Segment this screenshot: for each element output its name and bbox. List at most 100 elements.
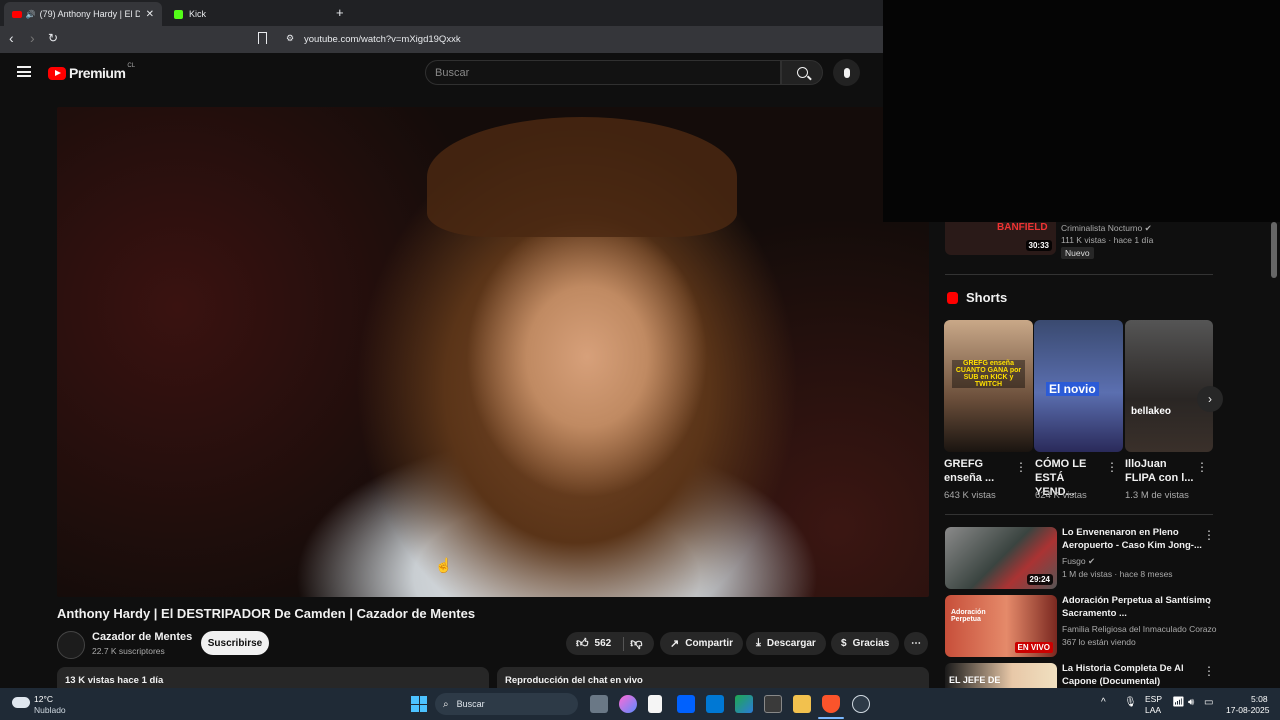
short-views: 643 K vistas [944, 490, 996, 501]
search-placeholder: Buscar [435, 66, 470, 79]
windows-start-icon[interactable] [411, 696, 427, 712]
voice-search-button[interactable] [833, 59, 860, 86]
thanks-button[interactable]: $ Gracias [831, 632, 900, 655]
cursor-hand-icon: ☝ [435, 557, 453, 573]
more-icon[interactable]: ⋮ [1015, 460, 1027, 474]
subscribe-button[interactable]: Suscribirse [201, 631, 269, 655]
tab-kick[interactable]: Kick [166, 2, 326, 26]
like-icon[interactable]: 👍︎ [576, 636, 589, 651]
edge-icon[interactable] [735, 695, 753, 713]
active-app-indicator [818, 717, 844, 719]
new-badge: Nuevo [1061, 247, 1094, 259]
battery-icon[interactable]: ▭ [1204, 697, 1213, 708]
more-icon[interactable]: ⋮ [1196, 460, 1208, 474]
share-label: Compartir [685, 638, 734, 649]
country-badge: CL [127, 63, 136, 69]
premium-wordmark: Premium [69, 65, 126, 81]
clock-date[interactable]: 17-08-2025 [1226, 705, 1269, 715]
weather-temp[interactable]: 12°C [34, 694, 53, 704]
short-title[interactable]: GREFG enseña ... [944, 457, 1014, 485]
more-actions-button[interactable]: ⋯ [904, 632, 928, 655]
download-button[interactable]: ⤓ Descargar [746, 632, 826, 655]
chevron-up-icon[interactable]: ^ [1101, 697, 1106, 708]
browser-tab-strip: 🔊 (79) Anthony Hardy | El DESTR ✕ Kick + [0, 0, 883, 26]
brave-browser-icon[interactable] [822, 695, 840, 713]
search-input[interactable]: Buscar [425, 60, 781, 85]
share-button[interactable]: ↗ Compartir [660, 632, 744, 655]
video-channel[interactable]: Familia Religiosa del Inmaculado Corazo.… [1062, 623, 1217, 635]
video-title[interactable]: Lo Envenenaron en Pleno Aeropuerto - Cas… [1062, 526, 1212, 552]
download-label: Descargar [766, 638, 816, 649]
short-thumbnail[interactable]: GREFG enseña CUANTO GANA por SUB en KICK… [944, 320, 1033, 452]
site-info-icon[interactable]: ⚙ [286, 33, 294, 44]
tab-youtube[interactable]: 🔊 (79) Anthony Hardy | El DESTR ✕ [4, 2, 162, 26]
youtube-logo[interactable]: Premium CL [48, 63, 136, 81]
channel-avatar[interactable] [57, 631, 85, 659]
tab-title: Kick [189, 9, 207, 19]
like-count[interactable]: 562 [595, 638, 612, 649]
store-icon[interactable] [764, 695, 782, 713]
video-title[interactable]: Adoración Perpetua al Santísimo Sacramen… [1062, 594, 1212, 620]
short-overlay-text: GREFG enseña CUANTO GANA por SUB en KICK… [952, 360, 1025, 388]
taskbar-search[interactable]: ⌕ Buscar [435, 693, 578, 715]
short-views: 624 K vistas [1035, 490, 1087, 501]
tab-close-icon[interactable]: ✕ [146, 9, 154, 20]
kick-favicon-icon [174, 9, 183, 19]
copilot-icon[interactable] [619, 695, 637, 713]
settings-icon[interactable] [852, 695, 870, 713]
clock-time[interactable]: 5:08 [1251, 694, 1268, 704]
divider [945, 514, 1213, 515]
weather-cloud-icon[interactable] [12, 697, 30, 708]
views-date: 13 K vistas hace 1 día [65, 675, 164, 686]
wifi-icon[interactable]: 📶︎ [1172, 697, 1185, 708]
notepad-icon[interactable] [648, 695, 662, 713]
shorts-next-button[interactable]: › [1197, 386, 1223, 412]
microphone-icon[interactable]: 🎙︎ [1124, 697, 1137, 708]
search-icon [796, 67, 812, 81]
forward-icon[interactable]: › [30, 30, 35, 46]
volume-icon[interactable]: 🔊︎ [1188, 697, 1194, 708]
more-icon[interactable]: ⋮ [1203, 664, 1215, 678]
microphone-icon [843, 67, 850, 78]
channel-name-text: Criminalista Nocturno [1061, 223, 1143, 233]
video-title[interactable]: La Historia Completa De Al Capone (Docum… [1062, 662, 1212, 688]
menu-icon[interactable] [17, 66, 31, 77]
sidebar-scrollbar[interactable] [1271, 222, 1277, 278]
dropbox-icon[interactable] [677, 695, 695, 713]
more-icon[interactable]: ⋮ [1203, 528, 1215, 542]
short-thumbnail[interactable]: El novio [1034, 320, 1123, 452]
more-icon[interactable]: ⋮ [1203, 596, 1215, 610]
chat-replay-label: Reproducción del chat en vivo [505, 675, 643, 686]
more-icon[interactable]: ⋮ [1106, 460, 1118, 474]
black-overlay [883, 0, 1280, 222]
video-thumbnail[interactable]: Adoración Perpetua EN VIVO [945, 595, 1057, 657]
file-explorer-icon[interactable] [793, 695, 811, 713]
shorts-heading: Shorts [966, 290, 1008, 305]
task-view-icon[interactable] [590, 695, 608, 713]
short-thumbnail[interactable]: bellakeo [1125, 320, 1213, 452]
divider [945, 274, 1213, 275]
reload-icon[interactable]: ↻ [48, 31, 58, 45]
video-thumbnail[interactable]: 29:24 [945, 527, 1057, 589]
video-channel[interactable]: Criminalista Nocturno ✔ [1061, 222, 1152, 234]
outlook-icon[interactable] [706, 695, 724, 713]
browser-toolbar: ‹ › ↻ ⚙ youtube.com/watch?v=mXigd19Qxxk [0, 26, 883, 53]
chevron-right-icon: › [1208, 392, 1212, 406]
channel-name-text: Fusgo [1062, 556, 1086, 566]
language-indicator[interactable]: ESP [1145, 694, 1162, 704]
address-bar[interactable]: ⚙ youtube.com/watch?v=mXigd19Qxxk [278, 30, 878, 49]
video-channel[interactable]: Fusgo ✔ [1062, 555, 1095, 567]
search-icon: ⌕ [443, 698, 449, 710]
dislike-icon[interactable]: 👎︎ [630, 636, 642, 651]
new-tab-button[interactable]: + [336, 5, 344, 20]
channel-name[interactable]: Cazador de Mentes [92, 631, 192, 643]
short-title[interactable]: IlloJuan FLIPA con l... [1125, 457, 1195, 485]
short-overlay-text: El novio [1046, 382, 1099, 396]
video-thumbnail[interactable]: BANFIELD 30:33 [945, 222, 1056, 255]
search-button[interactable] [781, 60, 823, 85]
live-badge: EN VIVO [1014, 642, 1053, 653]
bookmark-icon[interactable] [258, 32, 267, 44]
back-icon[interactable]: ‹ [9, 30, 14, 46]
video-player[interactable]: ☝ [57, 107, 929, 597]
video-thumbnail[interactable]: EL JEFE DE [945, 663, 1057, 688]
